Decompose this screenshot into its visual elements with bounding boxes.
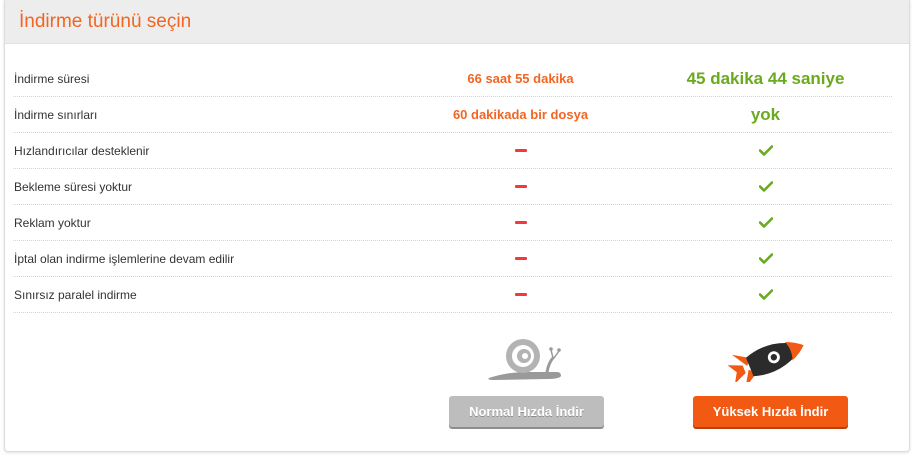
table-row: İptal olan indirme işlemlerine devam edi…: [13, 241, 892, 277]
fast-value: yok: [750, 104, 781, 124]
rocket-icon: [728, 341, 804, 382]
table-row: İndirme süresi 66 saat 55 dakika 45 daki…: [13, 61, 892, 97]
snail-icon: [488, 339, 561, 380]
dash-icon: [514, 256, 527, 260]
table-row: Bekleme süresi yoktur: [13, 169, 892, 205]
check-icon: [758, 252, 773, 264]
check-icon: [758, 216, 773, 228]
dash-icon: [514, 148, 527, 152]
check-icon: [758, 144, 773, 156]
normal-speed-download-button[interactable]: Normal Hızda İndir: [449, 396, 604, 427]
check-icon: [758, 288, 773, 300]
row-label: Reklam yoktur: [14, 215, 91, 230]
comparison-table: İndirme süresi 66 saat 55 dakika 45 daki…: [13, 61, 892, 313]
table-row: İndirme sınırları 60 dakikada bir dosya …: [13, 97, 892, 133]
fast-value: 45 dakika 44 saniye: [686, 68, 845, 88]
dash-icon: [514, 184, 527, 188]
normal-value: 66 saat 55 dakika: [467, 71, 574, 86]
table-row: Sınırsız paralel indirme: [13, 277, 892, 313]
row-label: İptal olan indirme işlemlerine devam edi…: [14, 251, 235, 266]
high-speed-download-button[interactable]: Yüksek Hızda İndir: [693, 396, 848, 427]
panel-title: İndirme türünü seçin: [19, 10, 192, 32]
table-row: Reklam yoktur: [13, 205, 892, 241]
panel-header: İndirme türünü seçin: [5, 0, 909, 44]
dash-icon: [514, 220, 527, 224]
check-icon: [758, 180, 773, 192]
row-label: Hızlandırıcılar desteklenir: [14, 143, 150, 158]
row-label: İndirme sınırları: [14, 107, 98, 122]
dash-icon: [514, 292, 527, 296]
row-label: Bekleme süresi yoktur: [14, 179, 133, 194]
row-label: Sınırsız paralel indirme: [14, 287, 137, 302]
row-label: İndirme süresi: [14, 71, 90, 86]
table-row: Hızlandırıcılar desteklenir: [13, 133, 892, 169]
normal-value: 60 dakikada bir dosya: [452, 107, 589, 122]
